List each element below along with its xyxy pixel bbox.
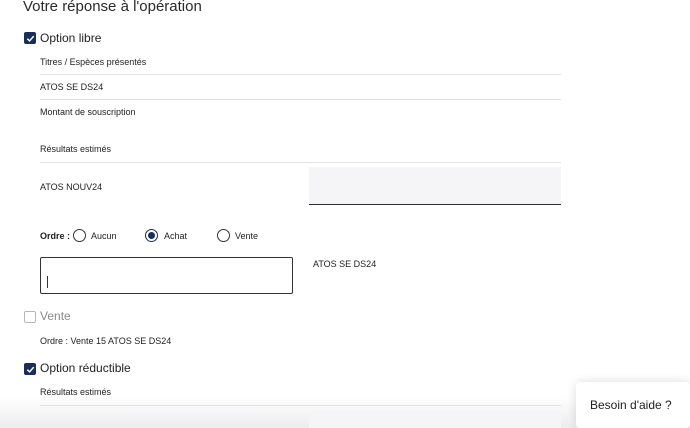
section-title: Votre réponse à l'opération — [23, 0, 202, 15]
option-libre-checkbox[interactable] — [24, 32, 36, 44]
help-label: Besoin d'aide ? — [590, 398, 672, 412]
help-button[interactable]: Besoin d'aide ? — [576, 382, 690, 428]
reductible-resultat-input[interactable] — [309, 411, 561, 428]
radio-selected-dot — [148, 232, 155, 239]
option-libre-label[interactable]: Option libre — [40, 31, 101, 45]
option-reductible-label[interactable]: Option réductible — [40, 361, 131, 375]
text-caret — [47, 276, 48, 288]
radio-vente[interactable] — [217, 229, 230, 242]
divider — [40, 162, 561, 163]
ordre-quantity-input[interactable] — [40, 257, 293, 294]
option-reductible-checkbox[interactable] — [24, 363, 36, 375]
radio-achat-label[interactable]: Achat — [164, 231, 187, 241]
check-icon — [26, 35, 34, 42]
resultat-name: ATOS NOUV24 — [40, 182, 103, 192]
titres-label: Titres / Espèces présentés — [40, 57, 147, 67]
radio-aucun-label[interactable]: Aucun — [91, 231, 117, 241]
titres-value: ATOS SE DS24 — [40, 82, 104, 92]
check-icon — [26, 366, 34, 373]
resultat-input[interactable] — [309, 167, 561, 205]
divider — [40, 99, 561, 100]
radio-vente-label[interactable]: Vente — [235, 231, 258, 241]
vente-ordre-text: Ordre : Vente 15 ATOS SE DS24 — [40, 336, 172, 346]
montant-label: Montant de souscription — [40, 107, 136, 117]
resultats-label: Résultats estimés — [40, 144, 112, 154]
ordre-security-label: ATOS SE DS24 — [313, 259, 377, 269]
vente-label[interactable]: Vente — [40, 309, 71, 323]
divider — [40, 74, 561, 75]
ordre-label: Ordre : — [40, 231, 71, 241]
radio-aucun[interactable] — [73, 229, 86, 242]
vente-checkbox[interactable] — [24, 311, 36, 323]
radio-achat[interactable] — [145, 229, 158, 242]
